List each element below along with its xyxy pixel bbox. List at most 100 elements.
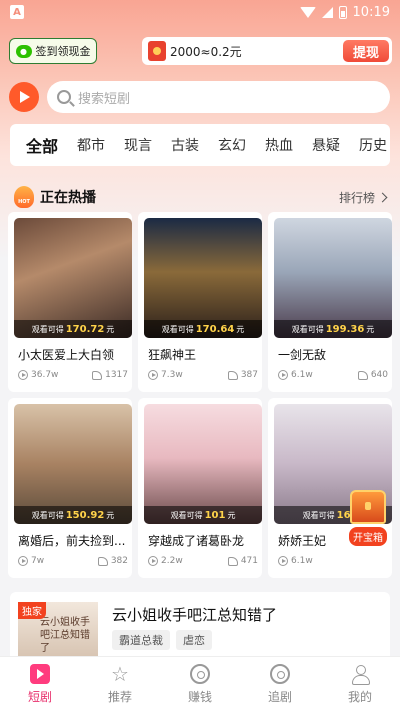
earn-caption: 观看可得 101 元: [144, 506, 262, 524]
cash-text: 2000≈0.2元: [170, 44, 242, 59]
tab-history[interactable]: 历史: [359, 135, 387, 155]
featured-tags: 霸道总裁 虐恋: [112, 630, 212, 650]
play-count-icon: [278, 556, 288, 566]
tab-modern-romance[interactable]: 现言: [124, 135, 152, 155]
nav-item-earn[interactable]: 赚钱: [160, 664, 240, 705]
wifi-icon: [299, 6, 316, 18]
cash-balance-box: 2000≈0.2元 提现: [142, 37, 392, 65]
battery-icon: [338, 5, 347, 19]
drama-card[interactable]: 观看可得 170.72 元 小太医爱上大白领 36.7w 1317: [8, 212, 132, 392]
play-count-icon: [148, 556, 158, 566]
nav-item-me[interactable]: 我的: [320, 664, 400, 705]
tab-costume[interactable]: 古装: [171, 135, 199, 155]
nav-label: 追剧: [267, 690, 292, 704]
treasure-label: 开宝箱: [349, 527, 387, 546]
earn-caption: 观看可得 150.92 元: [14, 506, 132, 524]
views-count: 7w: [31, 556, 45, 566]
earn-amount: 170.64: [195, 323, 235, 335]
earn-suffix: 元: [106, 510, 115, 520]
play-count-icon: [148, 370, 158, 380]
tab-fantasy[interactable]: 玄幻: [218, 135, 246, 155]
user-icon: [350, 664, 370, 685]
earn-prefix: 观看可得: [31, 324, 64, 334]
ranking-link[interactable]: 排行榜: [339, 189, 388, 206]
drama-card[interactable]: 观看可得 150.92 元 离婚后，前夫捡到... 7w 382: [8, 398, 132, 578]
nav-label: 我的: [347, 690, 372, 704]
share-icon: [357, 370, 368, 380]
earn-suffix: 元: [236, 324, 245, 334]
notification-badge: A: [10, 5, 24, 19]
search-icon: [57, 90, 71, 104]
play-count-icon: [18, 370, 28, 380]
views-stat: 6.1w: [278, 370, 313, 380]
tab-urban[interactable]: 都市: [77, 135, 105, 155]
drama-grid: 观看可得 170.72 元 小太医爱上大白领 36.7w 1317 观看可得 1…: [8, 212, 392, 578]
earn-caption: 观看可得 170.72 元: [14, 320, 132, 338]
share-icon: [97, 556, 108, 566]
shares-count: 387: [240, 370, 258, 380]
shares-stat: 387: [227, 370, 258, 380]
drama-card[interactable]: 观看可得 101 元 穿越成了诸葛卧龙 2.2w 471: [138, 398, 262, 578]
app-logo-icon[interactable]: [9, 82, 39, 112]
drama-poster: 观看可得 170.72 元: [14, 218, 132, 338]
drama-icon: [30, 664, 50, 684]
signin-cash-button[interactable]: ● 签到领现金: [9, 38, 97, 64]
drama-poster: 观看可得 170.64 元: [144, 218, 262, 338]
search-input[interactable]: 搜索短剧: [47, 81, 390, 113]
drama-title: 穿越成了诸葛卧龙: [148, 534, 245, 548]
coin-icon: [190, 664, 210, 684]
drama-poster: 观看可得 199.36 元: [274, 218, 392, 338]
earn-suffix: 元: [106, 324, 115, 334]
hot-section-title: 正在热播: [40, 190, 96, 206]
drama-title: 离婚后，前夫捡到...: [18, 534, 126, 548]
shares-count: 382: [110, 556, 128, 566]
treasure-chest-button[interactable]: 开宝箱: [344, 490, 392, 560]
share-icon: [227, 370, 238, 380]
search-placeholder: 搜索短剧: [78, 91, 131, 107]
drama-meta: 36.7w 1317: [18, 370, 128, 380]
drama-card[interactable]: 观看可得 170.64 元 狂飙神王 7.3w 387: [138, 212, 262, 392]
status-bar: A 10:19: [0, 0, 400, 24]
earn-suffix: 元: [227, 510, 236, 520]
wechat-icon: ●: [15, 44, 32, 58]
drama-meta: 7.3w 387: [148, 370, 258, 380]
shares-stat: 640: [357, 370, 388, 380]
share-icon: [92, 370, 103, 380]
share-icon: [227, 556, 238, 566]
featured-drama-card[interactable]: 云小姐收手吧江总知错了 独家 云小姐收手吧江总知错了 霸道总裁 虐恋: [10, 592, 390, 656]
nav-item-drama[interactable]: 短剧: [0, 664, 80, 705]
drama-title: 一剑无敌: [278, 348, 327, 362]
earn-caption: 观看可得 170.64 元: [144, 320, 262, 338]
nav-item-follow[interactable]: 追剧: [240, 664, 320, 705]
shares-stat: 471: [227, 556, 258, 566]
tab-all[interactable]: 全部: [26, 133, 58, 157]
shares-count: 1317: [105, 370, 128, 380]
tag-chip[interactable]: 霸道总裁: [112, 630, 170, 650]
withdraw-button[interactable]: 提现: [343, 40, 389, 62]
earn-prefix: 观看可得: [291, 324, 324, 334]
tab-suspense[interactable]: 悬疑: [312, 135, 340, 155]
earn-caption: 观看可得 199.36 元: [274, 320, 392, 338]
play-count-icon: [278, 370, 288, 380]
views-stat: 7.3w: [148, 370, 183, 380]
earn-amount: 170.72: [65, 323, 105, 335]
drama-poster: 观看可得 150.92 元: [14, 404, 132, 524]
play-count-icon: [18, 556, 28, 566]
views-stat: 36.7w: [18, 370, 58, 380]
drama-title: 狂飙神王: [148, 348, 197, 362]
nav-item-recommend[interactable]: ☆ 推荐: [80, 664, 160, 705]
drama-poster: 观看可得 101 元: [144, 404, 262, 524]
bottom-navigation: 短剧 ☆ 推荐 赚钱 追剧 我的: [0, 656, 400, 712]
drama-card[interactable]: 观看可得 199.36 元 一剑无敌 6.1w 640: [268, 212, 392, 392]
nav-label: 推荐: [107, 690, 132, 704]
status-time: 10:19: [352, 4, 390, 20]
drama-meta: 7w 382: [18, 556, 128, 566]
tab-action[interactable]: 热血: [265, 135, 293, 155]
star-icon: ☆: [111, 662, 129, 686]
earn-suffix: 元: [366, 324, 375, 334]
exclusive-badge: 独家: [18, 602, 46, 619]
earn-amount: 150.92: [65, 509, 105, 521]
earn-amount: 199.36: [325, 323, 365, 335]
tag-chip[interactable]: 虐恋: [176, 630, 212, 650]
views-stat: 2.2w: [148, 556, 183, 566]
